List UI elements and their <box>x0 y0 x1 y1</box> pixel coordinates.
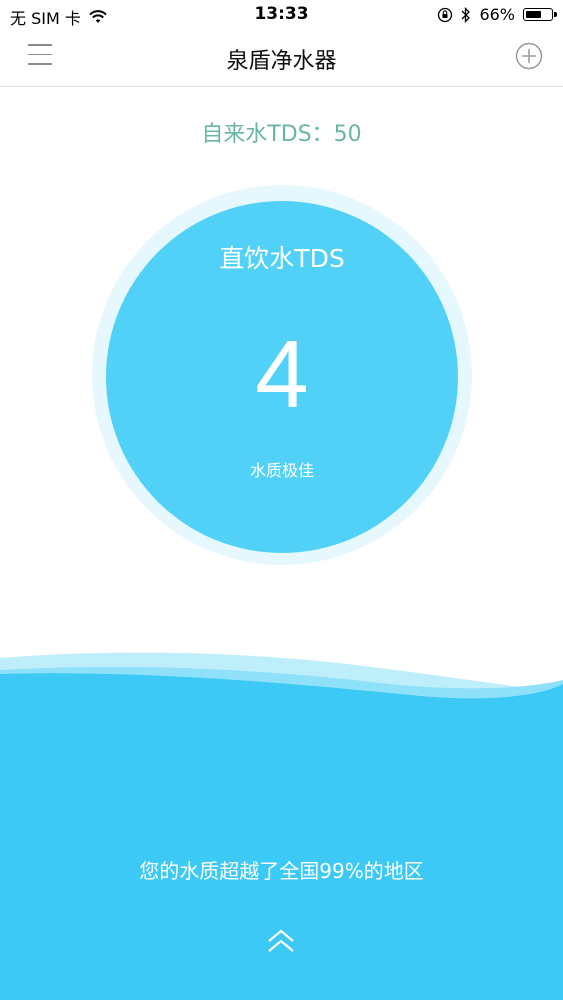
battery-icon <box>523 8 557 21</box>
status-bar: 无 SIM 卡 13:33 66% <box>0 0 563 30</box>
nav-bar: 泉盾净水器 <box>0 30 563 87</box>
battery-percent: 66% <box>479 5 515 24</box>
water-area <box>0 700 563 1000</box>
water-quality-status: 水质极佳 <box>249 461 314 480</box>
comparison-text: 您的水质超越了全国99%的地区 <box>139 859 424 883</box>
drinking-water-tds-value: 4 <box>255 321 309 428</box>
tap-water-tds: 自来水TDS：50 <box>201 122 362 147</box>
screen: 无 SIM 卡 13:33 66% 泉盾净水器 自来水TDS：50 直饮水TDS… <box>0 0 563 1000</box>
bluetooth-icon <box>461 6 471 23</box>
status-right: 66% <box>437 5 557 24</box>
orientation-lock-icon <box>438 7 453 22</box>
drinking-water-tds-circle[interactable]: 直饮水TDS 4 水质极佳 <box>106 201 458 553</box>
drinking-water-tds-label: 直饮水TDS <box>219 244 345 273</box>
add-icon[interactable] <box>515 42 543 70</box>
page-title: 泉盾净水器 <box>226 49 337 74</box>
double-chevron-up-icon[interactable] <box>266 928 296 954</box>
battery-fill <box>526 11 541 18</box>
